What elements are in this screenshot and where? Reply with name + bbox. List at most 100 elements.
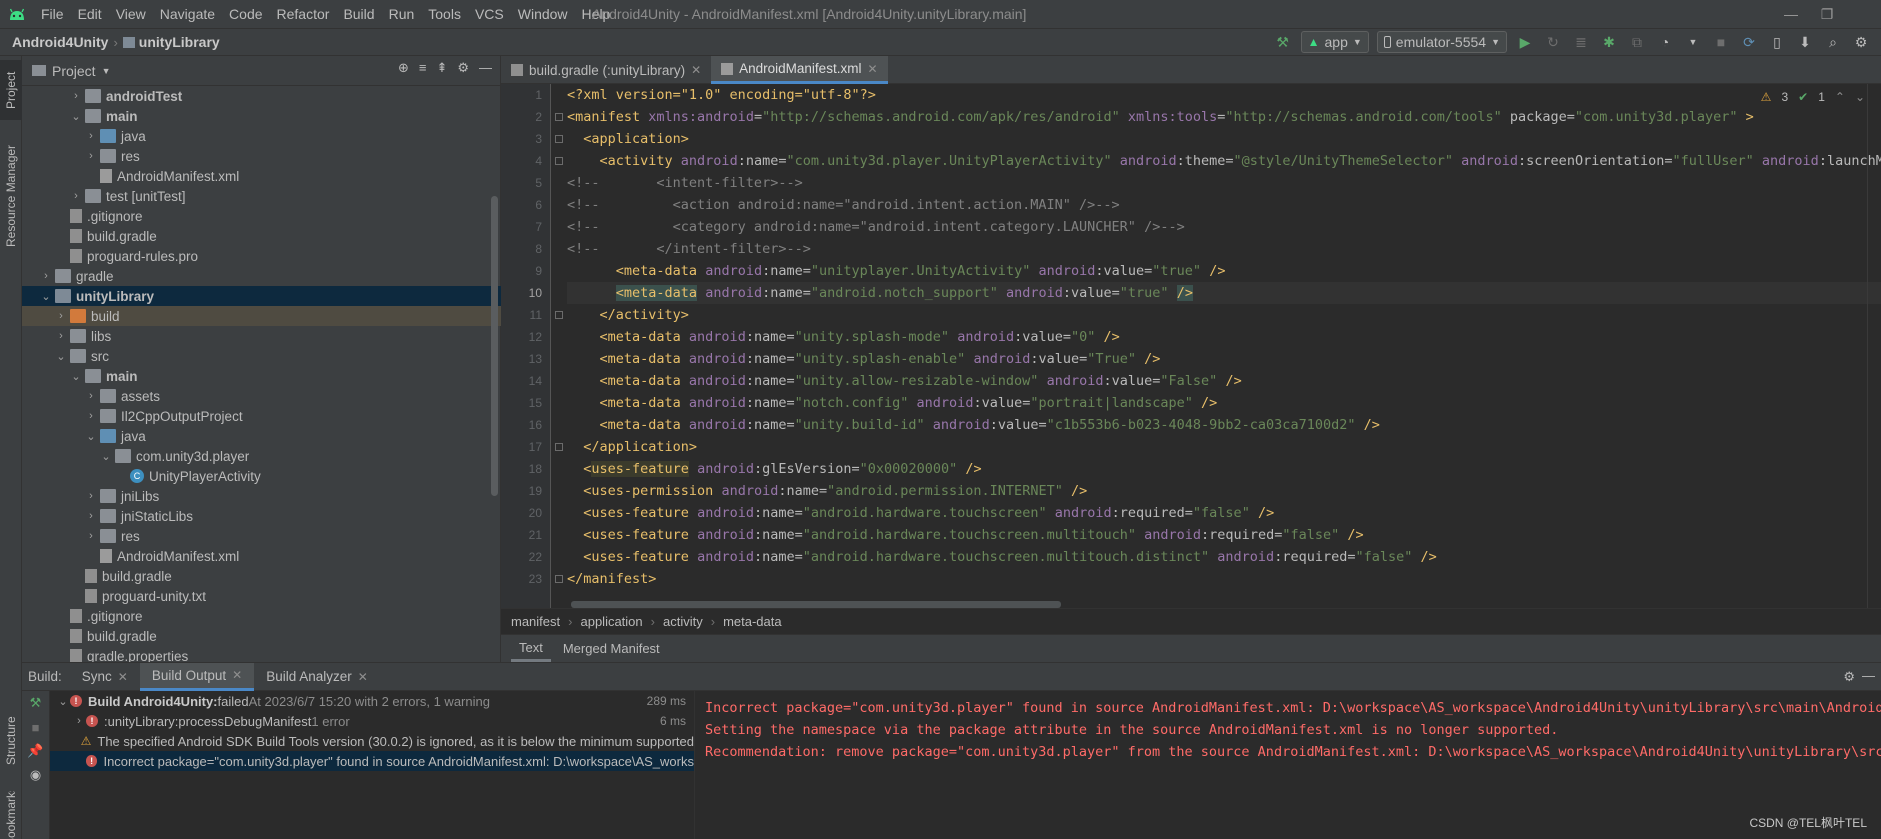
tree-item[interactable]: ⌄ main [22,366,501,386]
profiler-icon[interactable]: ◔ [1655,32,1675,52]
chevron-down-icon[interactable]: ⌄ [56,695,70,708]
menu-tools[interactable]: Tools [421,0,468,28]
resource-manager-tool-tab[interactable]: Resource Manager [0,136,22,256]
tree-item[interactable]: AndroidManifest.xml [22,166,501,186]
xml-breadcrumb-item[interactable]: activity [663,614,703,629]
more-run-icon[interactable]: ▼ [1683,32,1703,52]
tree-item[interactable]: › test [unitTest] [22,186,501,206]
close-icon[interactable]: ✕ [867,62,877,76]
tree-item[interactable]: › jniLibs [22,486,501,506]
code-editor[interactable]: 1 2 3 4 5 6 7 8 9 10 11 12 13 14 15 16 17 18 19 20 21 22 23 <?… [501,84,1881,608]
chevron-down-icon[interactable]: ⌄ [84,430,98,443]
menu-window[interactable]: Window [511,0,575,28]
code-area[interactable]: <?xml version="1.0" encoding="utf-8"?> <m… [567,84,1881,590]
chevron-down-icon[interactable]: ⌄ [1855,90,1865,104]
chevron-right-icon[interactable]: › [84,390,98,402]
tree-item[interactable]: › assets [22,386,501,406]
menu-vcs[interactable]: VCS [468,0,511,28]
hide-icon[interactable]: — [1862,668,1875,683]
build-console[interactable]: Incorrect package="com.unity3d.player" f… [695,691,1881,839]
chevron-right-icon[interactable]: › [84,410,98,422]
tree-item[interactable]: gradle.properties [22,646,501,662]
fold-marker-icon[interactable] [555,443,563,451]
tree-item[interactable]: › java [22,126,501,146]
chevron-down-icon[interactable]: ⌄ [54,350,68,363]
chevron-right-icon[interactable]: › [39,270,53,282]
tree-item[interactable]: build.gradle [22,566,501,586]
pin-icon[interactable]: 📌 [22,739,49,763]
chevron-right-icon[interactable]: › [84,130,98,142]
menu-build[interactable]: Build [336,0,381,28]
chevron-right-icon[interactable]: › [54,330,68,342]
chevron-down-icon[interactable]: ⌄ [69,110,83,123]
chevron-right-icon[interactable]: › [72,715,86,727]
menu-navigate[interactable]: Navigate [153,0,222,28]
locate-icon[interactable]: ⊕ [398,60,409,76]
tree-item[interactable]: › res [22,526,501,546]
tree-item[interactable]: › gradle [22,266,501,286]
chevron-right-icon[interactable]: › [84,530,98,542]
tree-item[interactable]: › res [22,146,501,166]
fold-marker-icon[interactable] [555,113,563,121]
tree-item[interactable]: › libs [22,326,501,346]
menu-view[interactable]: View [109,0,153,28]
tree-item[interactable]: ⌄ src [22,346,501,366]
tree-item[interactable]: › build [22,306,501,326]
menu-run[interactable]: Run [382,0,422,28]
run-icon[interactable]: ▶ [1515,32,1535,52]
tree-item[interactable]: ⌄ com.unity3d.player [22,446,501,466]
build-tree-row[interactable]: ! Incorrect package="com.unity3d.player" … [50,751,694,771]
tree-item[interactable]: proguard-rules.pro [22,246,501,266]
xml-breadcrumb-item[interactable]: meta-data [723,614,782,629]
apply-changes-icon[interactable]: ≣ [1571,32,1591,52]
stop-icon[interactable]: ■ [1711,32,1731,52]
chevron-down-icon[interactable]: ⌄ [39,290,53,303]
menu-code[interactable]: Code [222,0,269,28]
tree-item[interactable]: C UnityPlayerActivity [22,466,501,486]
tree-item[interactable]: proguard-unity.txt [22,586,501,606]
xml-breadcrumb-item[interactable]: manifest [511,614,560,629]
chevron-right-icon[interactable]: › [84,150,98,162]
debug-icon[interactable]: ✱ [1599,32,1619,52]
fold-marker-icon[interactable] [555,157,563,165]
close-icon[interactable]: ✕ [691,63,701,77]
restore-icon[interactable]: ❐ [1809,0,1845,28]
chevron-right-icon[interactable]: › [69,190,83,202]
settings-icon[interactable]: ⚙ [1851,32,1871,52]
tree-item[interactable]: › jniStaticLibs [22,506,501,526]
chevron-down-icon[interactable]: ⌄ [99,450,113,463]
device-selector[interactable]: emulator-5554 ▼ [1376,31,1507,53]
hide-icon[interactable]: — [479,60,492,76]
build-tab[interactable]: Sync ✕ [70,663,140,691]
menu-refactor[interactable]: Refactor [270,0,337,28]
hammer-icon[interactable]: ⚒ [1273,32,1293,52]
xml-breadcrumb-item[interactable]: application [580,614,642,629]
tree-item[interactable]: AndroidManifest.xml [22,546,501,566]
tree-item[interactable]: ⌄ main [22,106,501,126]
sync-gradle-icon[interactable]: ⟳ [1739,32,1759,52]
build-tab[interactable]: Build Analyzer ✕ [254,663,380,691]
tree-item[interactable]: build.gradle [22,226,501,246]
tab-text[interactable]: Text [511,636,551,662]
sdk-manager-icon[interactable]: ⬇ [1795,32,1815,52]
bookmarks-tool-tab[interactable]: Bookmarks [0,791,22,839]
build-tree-row[interactable]: ›!:unityLibrary:processDebugManifest 1 e… [50,711,694,731]
project-view-selector[interactable]: Project [52,63,96,79]
chevron-up-icon[interactable]: ⌃ [1835,90,1845,104]
rerun-icon[interactable]: ↻ [1543,32,1563,52]
breadcrumb-project[interactable]: Android4Unity [0,34,108,50]
project-tool-tab[interactable]: Project [0,60,22,120]
project-tree-scrollbar[interactable] [491,196,498,496]
breadcrumb-module[interactable]: unityLibrary [139,34,220,50]
editor-tab[interactable]: AndroidManifest.xml ✕ [711,56,888,84]
close-icon[interactable]: ✕ [118,670,128,684]
close-icon[interactable]: ✕ [232,668,242,682]
tree-item[interactable]: › Il2CppOutputProject [22,406,501,426]
tree-item[interactable]: .gitignore [22,206,501,226]
minimize-icon[interactable]: — [1773,0,1809,28]
search-icon[interactable]: ⌕ [1823,32,1843,52]
build-tree-row[interactable]: ⚠ The specified Android SDK Build Tools v… [50,731,694,751]
tree-item[interactable]: ⌄ java [22,426,501,446]
gear-icon[interactable]: ⚙ [457,60,469,76]
run-config-selector[interactable]: ▲ app ▼ [1300,31,1369,53]
